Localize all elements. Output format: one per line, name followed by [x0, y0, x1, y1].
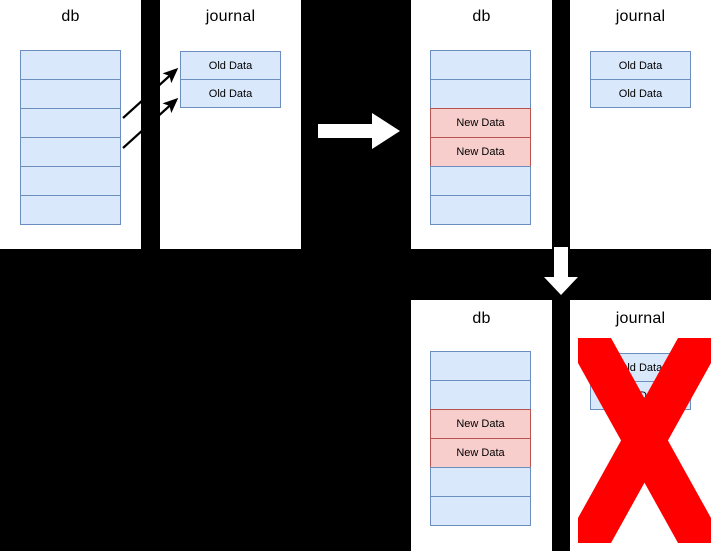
table-row: New Data	[430, 438, 531, 468]
table-row	[20, 108, 121, 138]
step-arrow-right	[316, 110, 402, 152]
panel-step2-db: db New Data New Data	[411, 0, 552, 249]
table-row	[430, 166, 531, 196]
journal-deleted-x-icon	[578, 338, 711, 543]
panel-title-journal: journal	[615, 8, 666, 25]
panel-step2-journal: journal Old Data Old Data	[570, 0, 711, 249]
table-row	[430, 351, 531, 381]
db-table-step3: New Data New Data	[430, 351, 531, 526]
table-row	[430, 50, 531, 80]
table-row	[20, 79, 121, 109]
table-row: New Data	[430, 409, 531, 439]
db-table-step1	[20, 50, 121, 225]
table-row: New Data	[430, 137, 531, 167]
table-row	[20, 137, 121, 167]
panel-title-journal: journal	[615, 310, 666, 327]
panel-step3-journal: journal Old Data Old Data	[570, 300, 711, 551]
table-row	[430, 79, 531, 109]
panel-title-db: db	[472, 310, 491, 327]
table-row	[430, 496, 531, 526]
panel-title-db: db	[61, 8, 80, 25]
table-row	[430, 380, 531, 410]
table-row	[430, 467, 531, 497]
table-row	[20, 195, 121, 225]
journal-table-step2: Old Data Old Data	[590, 51, 691, 108]
table-row: Old Data	[590, 51, 691, 80]
table-row: New Data	[430, 108, 531, 138]
table-row: Old Data	[590, 79, 691, 108]
db-table-step2: New Data New Data	[430, 50, 531, 225]
diagram-canvas: db journal Old Data Old Data db New Data…	[0, 0, 711, 551]
step-arrow-down	[541, 247, 581, 297]
panel-title-journal: journal	[205, 8, 256, 25]
table-row	[20, 166, 121, 196]
table-row	[430, 195, 531, 225]
panel-step3-db: db New Data New Data	[411, 300, 552, 551]
table-row	[20, 50, 121, 80]
panel-title-db: db	[472, 8, 491, 25]
copy-arrow-2	[110, 50, 200, 170]
